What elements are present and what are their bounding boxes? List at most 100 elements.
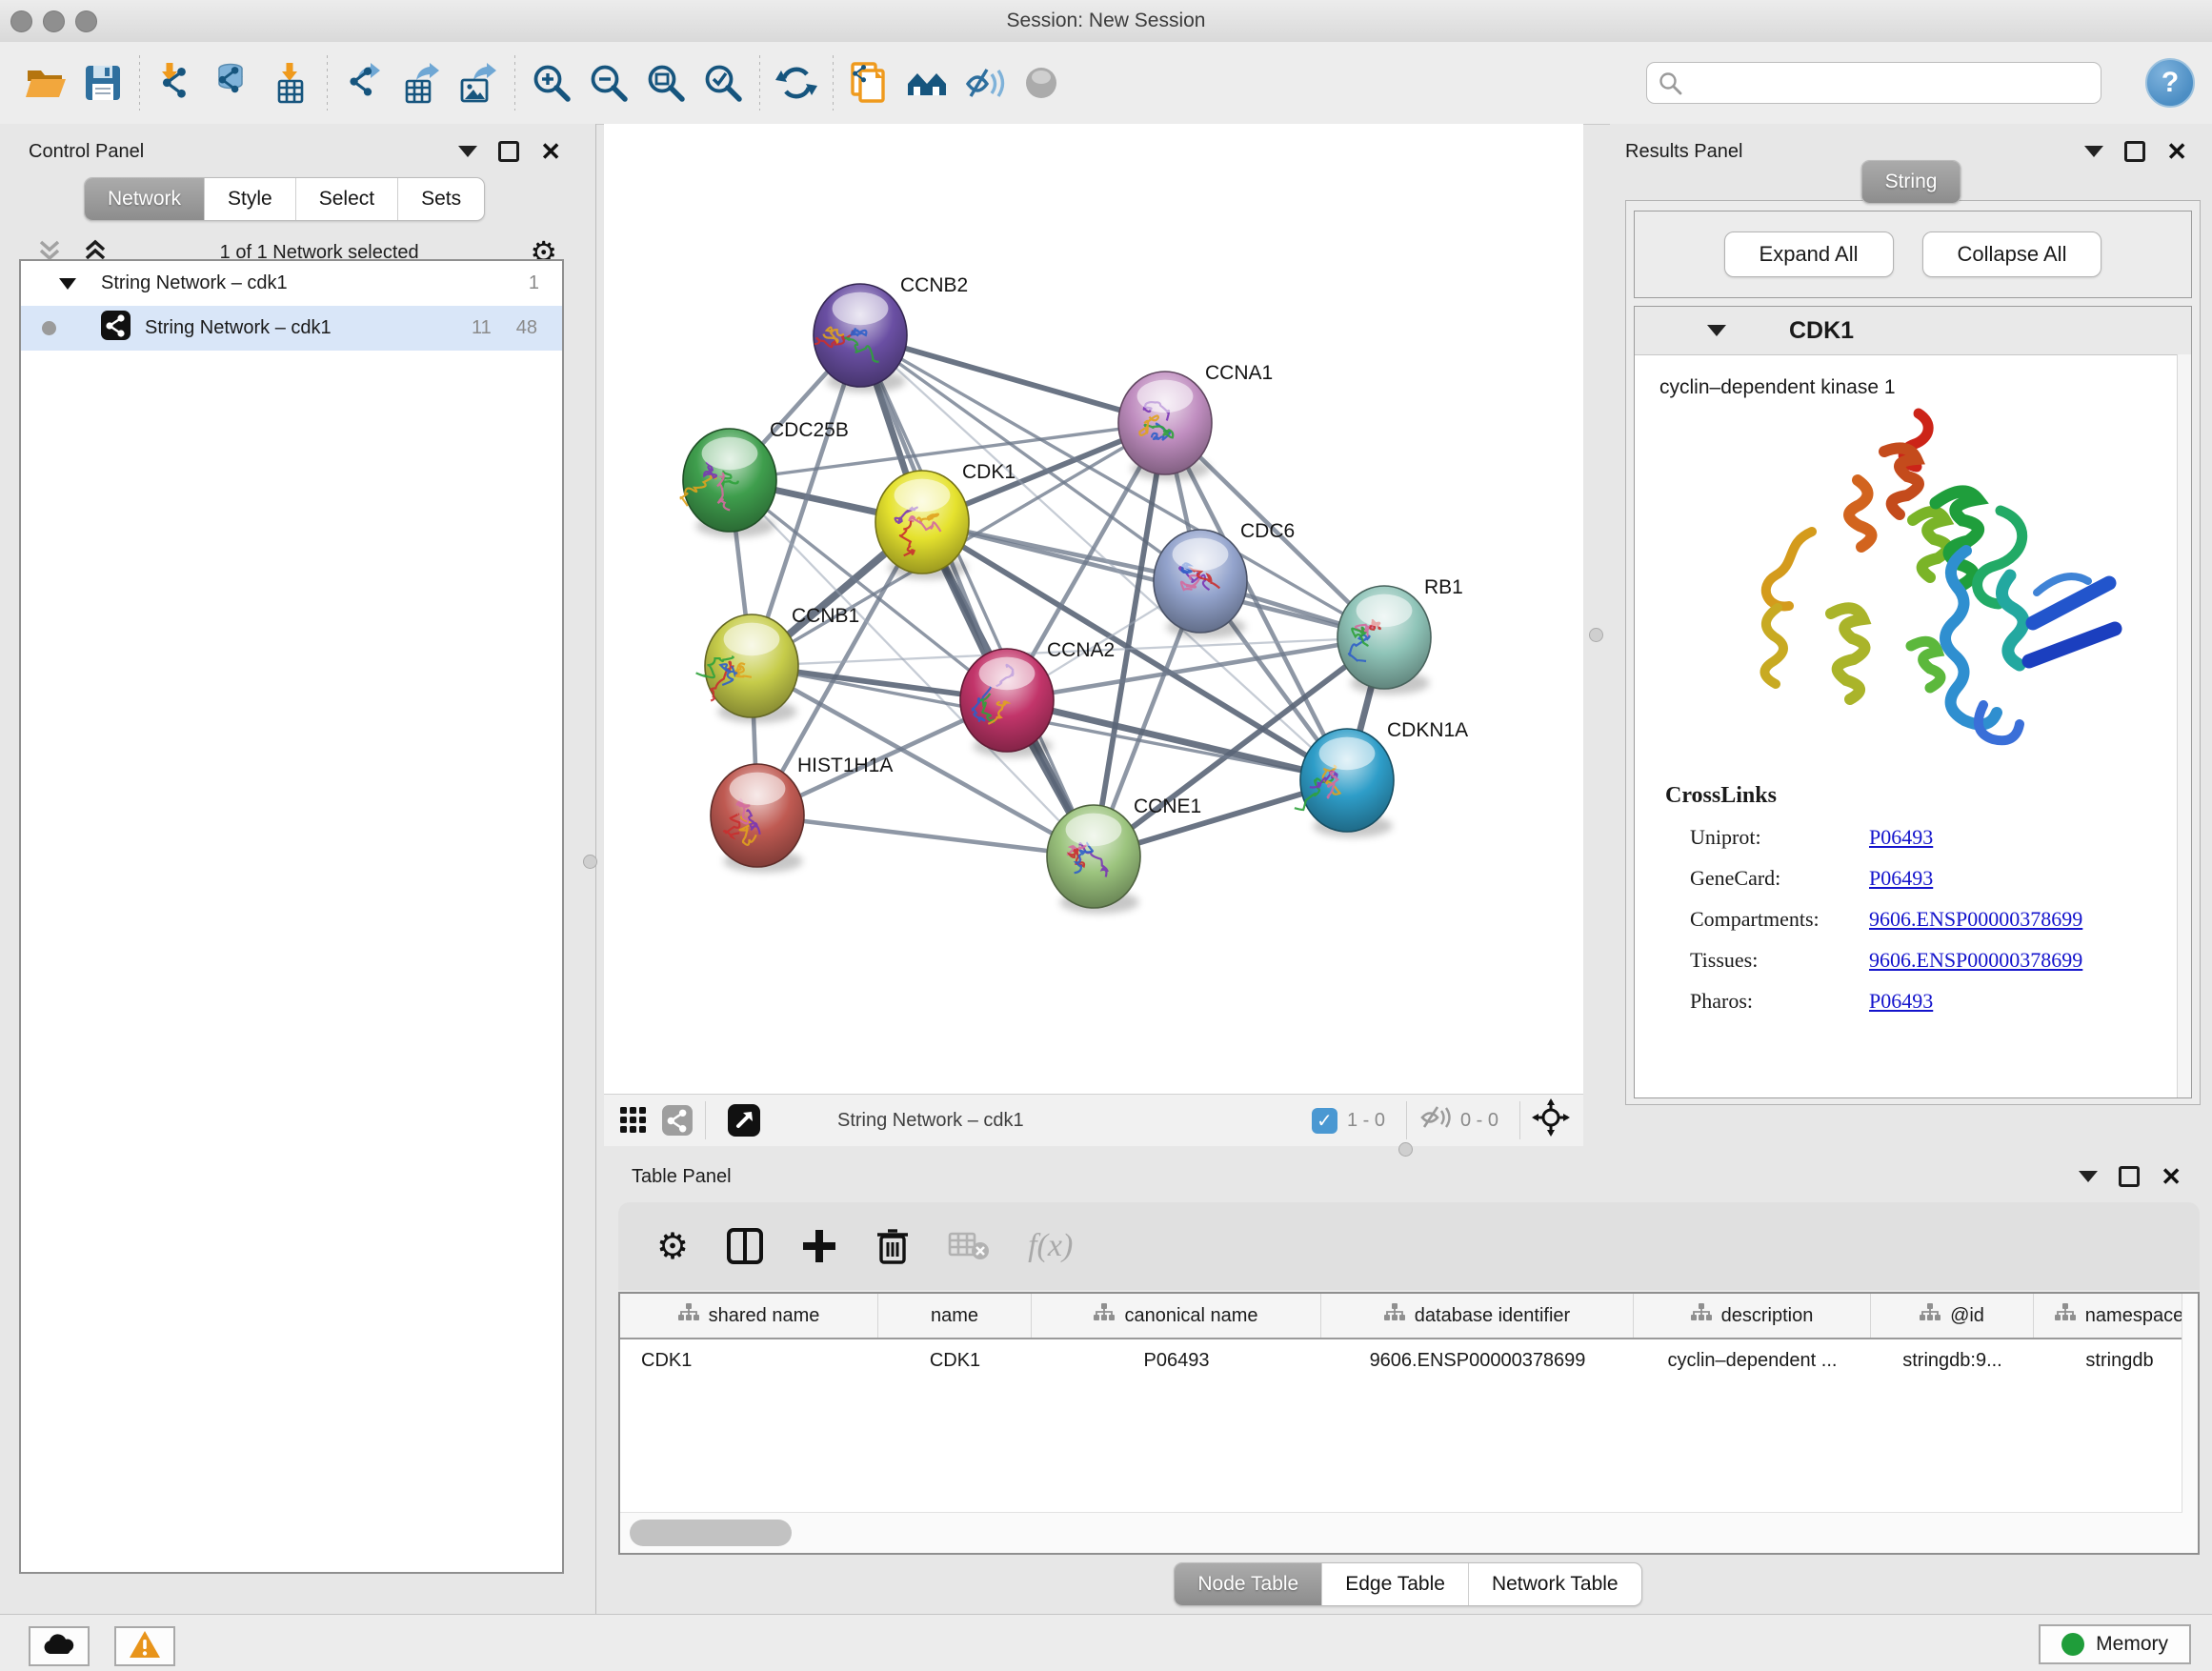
table-vertical-scrollbar[interactable]	[2182, 1294, 2198, 1553]
zoom-fit-icon[interactable]	[637, 54, 694, 111]
node-CCNA1[interactable]	[1118, 372, 1212, 480]
network-row[interactable]: String Network – cdk1 11 48	[21, 306, 562, 351]
panel-float-icon[interactable]	[2119, 1166, 2140, 1187]
results-scrollbar[interactable]	[2177, 354, 2191, 1097]
network-canvas[interactable]: CCNB2CCNA1CDC25BCDK1CDC6RB1CCNB1CCNA2CDK…	[604, 124, 1583, 1094]
table-horizontal-scrollbar[interactable]	[620, 1512, 2182, 1553]
tab-select[interactable]: Select	[296, 178, 398, 220]
cell-canonical-name[interactable]: P06493	[1032, 1350, 1321, 1372]
panel-menu-icon[interactable]	[2079, 1171, 2098, 1182]
panel-menu-icon[interactable]	[2084, 146, 2103, 157]
crosslink-link[interactable]: 9606.ENSP00000378699	[1869, 907, 2082, 932]
tab-network[interactable]: Network	[85, 178, 205, 220]
node-CCNB2[interactable]	[814, 284, 907, 393]
gene-section-header[interactable]: CDK1	[1635, 307, 2191, 355]
warnings-button[interactable]	[114, 1626, 175, 1666]
crosslink-label: Compartments:	[1690, 907, 1869, 932]
search-input[interactable]	[1646, 62, 2101, 104]
scrollbar-thumb[interactable]	[630, 1520, 792, 1546]
selected-items-checkbox[interactable]: ✓	[1312, 1108, 1337, 1134]
table-settings-gear-icon[interactable]: ⚙	[656, 1225, 689, 1268]
node-CCNB1[interactable]	[696, 614, 798, 723]
collapse-all-button[interactable]: Collapse All	[1922, 232, 2102, 277]
export-table-icon[interactable]	[392, 54, 450, 111]
export-image-icon[interactable]	[450, 54, 507, 111]
panel-menu-icon[interactable]	[458, 146, 477, 157]
left-splitter-handle[interactable]	[583, 855, 597, 869]
tab-sets[interactable]: Sets	[398, 178, 484, 220]
tab-edge-table[interactable]: Edge Table	[1322, 1563, 1469, 1605]
refresh-layout-icon[interactable]	[768, 54, 825, 111]
cell-database-identifier[interactable]: 9606.ENSP00000378699	[1321, 1350, 1634, 1372]
panel-close-icon[interactable]: ✕	[2166, 139, 2187, 164]
zoom-selected-icon[interactable]	[694, 54, 752, 111]
network-node-count: 11	[472, 317, 492, 339]
import-table-icon[interactable]	[262, 54, 319, 111]
node-HIST1H1A[interactable]	[711, 764, 804, 873]
help-button[interactable]: ?	[2145, 58, 2195, 108]
right-splitter-handle[interactable]	[1589, 628, 1603, 642]
cell-namespace[interactable]: stringdb	[2034, 1350, 2200, 1372]
tab-node-table[interactable]: Node Table	[1175, 1563, 1322, 1605]
add-column-icon[interactable]	[801, 1228, 837, 1264]
cell-shared-name[interactable]: CDK1	[620, 1350, 878, 1372]
column-header-@id[interactable]: @id	[1871, 1294, 2034, 1338]
title-bar: Session: New Session	[0, 0, 2212, 43]
memory-button[interactable]: Memory	[2039, 1624, 2191, 1664]
cell-description[interactable]: cyclin–dependent ...	[1634, 1350, 1871, 1372]
edge-HIST1H1A-CCNE1[interactable]	[757, 815, 1094, 856]
column-header-description[interactable]: description	[1634, 1294, 1871, 1338]
crosslink-link[interactable]: P06493	[1869, 989, 1933, 1014]
node-CDK1[interactable]	[875, 471, 969, 579]
clone-network-icon[interactable]	[841, 54, 898, 111]
column-header-canonical-name[interactable]: canonical name	[1032, 1294, 1321, 1338]
panel-close-icon[interactable]: ✕	[540, 139, 561, 164]
cloud-status-button[interactable]	[29, 1626, 90, 1666]
save-session-icon[interactable]	[74, 54, 131, 111]
import-network-icon[interactable]	[148, 54, 205, 111]
string-home-icon[interactable]	[898, 54, 955, 111]
column-header-shared-name[interactable]: shared name	[620, 1294, 878, 1338]
show-columns-icon[interactable]	[727, 1227, 763, 1265]
expand-all-button[interactable]: Expand All	[1724, 232, 1894, 277]
network-view-icon[interactable]	[661, 1104, 694, 1137]
node-CDC6[interactable]	[1154, 530, 1247, 638]
grid-view-icon[interactable]	[619, 1106, 648, 1135]
tab-style[interactable]: Style	[205, 178, 296, 220]
table-row[interactable]: CDK1CDK1P064939606.ENSP00000378699cyclin…	[620, 1339, 2198, 1381]
collection-expand-icon[interactable]	[59, 278, 76, 290]
zoom-out-icon[interactable]	[580, 54, 637, 111]
export-network-icon[interactable]	[335, 54, 392, 111]
edge-CCNB2-CCNE1[interactable]	[860, 335, 1094, 856]
column-header-namespace[interactable]: namespace	[2034, 1294, 2200, 1338]
import-database-icon[interactable]	[205, 54, 262, 111]
section-collapse-icon[interactable]	[1707, 325, 1726, 336]
results-panel-tabs: String	[1861, 160, 1961, 204]
zoom-in-icon[interactable]	[523, 54, 580, 111]
crosslink-link[interactable]: P06493	[1869, 866, 1933, 891]
node-label-CCNA2: CCNA2	[1047, 639, 1115, 661]
bottom-splitter-handle[interactable]	[1398, 1142, 1413, 1157]
network-collection-row[interactable]: String Network – cdk1 1	[21, 261, 562, 306]
birds-eye-view-icon[interactable]	[727, 1103, 761, 1137]
cell-@id[interactable]: stringdb:9...	[1871, 1350, 2034, 1372]
node-CCNE1[interactable]	[1047, 805, 1140, 914]
fit-selected-crosshair-icon[interactable]	[1532, 1098, 1570, 1142]
crosslink-link[interactable]: 9606.ENSP00000378699	[1869, 948, 2082, 973]
tab-string[interactable]: String	[1862, 161, 1961, 203]
show-graphics-icon[interactable]	[955, 54, 1013, 111]
node-RB1[interactable]	[1337, 586, 1431, 695]
tab-network-table[interactable]: Network Table	[1469, 1563, 1641, 1605]
column-header-database-identifier[interactable]: database identifier	[1321, 1294, 1634, 1338]
open-file-icon[interactable]	[17, 54, 74, 111]
column-label: database identifier	[1415, 1305, 1570, 1327]
delete-column-icon[interactable]	[875, 1227, 910, 1265]
crosslink-link[interactable]: P06493	[1869, 825, 1933, 850]
column-header-name[interactable]: name	[878, 1294, 1032, 1338]
panel-close-icon[interactable]: ✕	[2161, 1164, 2182, 1189]
panel-float-icon[interactable]	[2124, 141, 2145, 162]
panel-float-icon[interactable]	[498, 141, 519, 162]
node-CCNA2[interactable]	[960, 649, 1054, 757]
node-CDC25B[interactable]	[681, 429, 776, 537]
cell-name[interactable]: CDK1	[878, 1350, 1032, 1372]
